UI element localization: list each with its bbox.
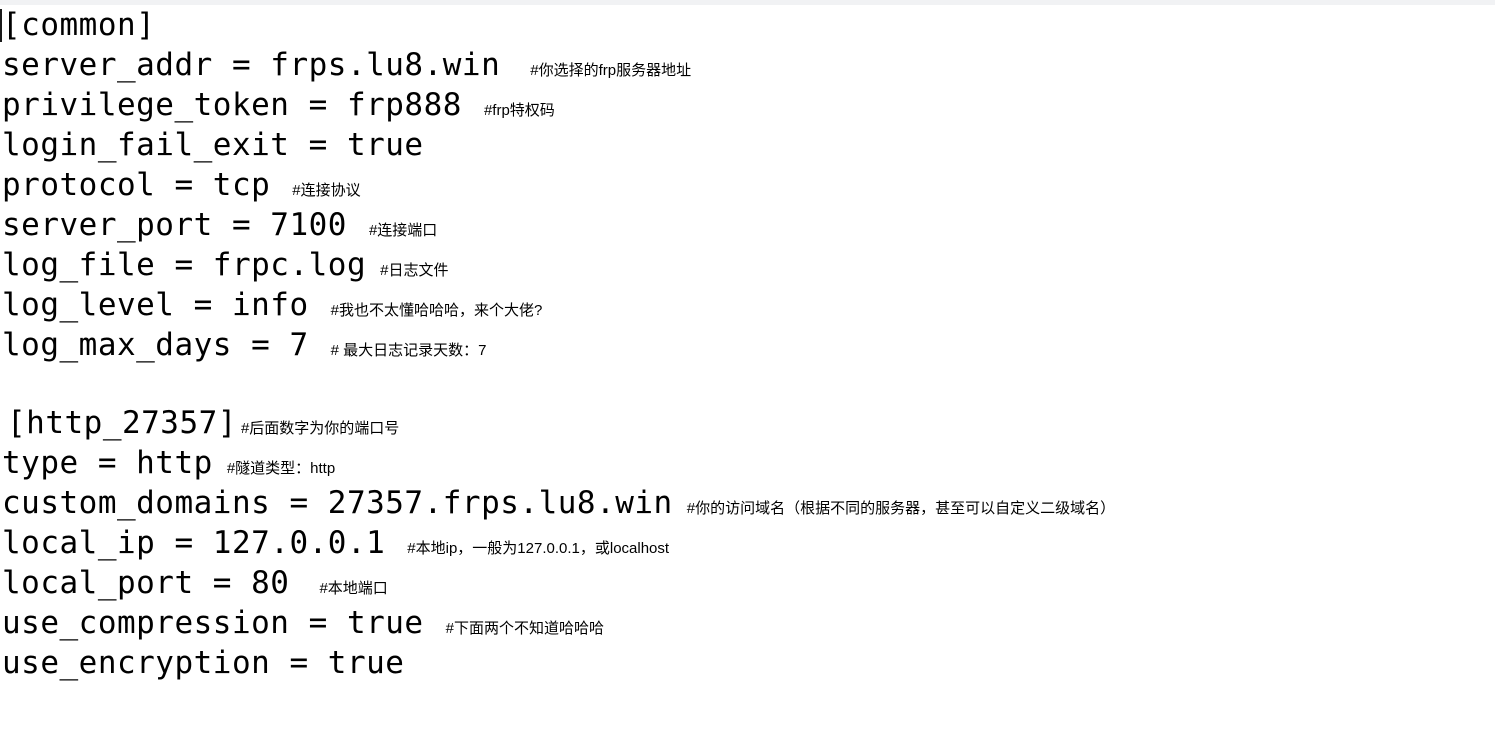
config-line-comment: #下面两个不知道哈哈哈 xyxy=(445,620,604,637)
config-text-editor[interactable]: [common] server_addr = frps.lu8.win #你选择… xyxy=(0,5,1495,683)
config-line-login-fail-exit[interactable]: login_fail_exit = true xyxy=(0,125,1495,165)
config-line-comment: #你选择的frp服务器地址 xyxy=(530,62,692,79)
config-line-code: protocol = tcp xyxy=(2,167,271,203)
config-line-comment: #隧道类型：http xyxy=(226,460,336,477)
config-line-protocol[interactable]: protocol = tcp #连接协议 xyxy=(0,165,1495,205)
config-line-code: login_fail_exit = true xyxy=(2,127,424,163)
config-line-local-port[interactable]: local_port = 80 #本地端口 xyxy=(0,563,1495,603)
config-line-code: type = http xyxy=(2,445,213,481)
config-line-comment: #frp特权码 xyxy=(483,102,555,119)
config-line-code: use_encryption = true xyxy=(2,645,405,681)
config-line-use-compression[interactable]: use_compression = true #下面两个不知道哈哈哈 xyxy=(0,603,1495,643)
config-line-comment: #后面数字为你的端口号 xyxy=(240,420,400,437)
config-line-code: log_max_days = 7 xyxy=(2,327,309,363)
config-line-custom-domains[interactable]: custom_domains = 27357.frps.lu8.win #你的访… xyxy=(0,483,1495,523)
config-line-comment: #本地端口 xyxy=(319,580,388,597)
config-line-code: local_port = 80 xyxy=(2,565,290,601)
config-line-code: [http_27357] xyxy=(7,405,237,441)
config-line-log-file[interactable]: log_file = frpc.log #日志文件 xyxy=(0,245,1495,285)
config-line-comment: #连接协议 xyxy=(292,182,361,199)
config-line-log-level[interactable]: log_level = info #我也不太懂哈哈哈，来个大佬? xyxy=(0,285,1495,325)
config-line-privilege-token[interactable]: privilege_token = frp888 #frp特权码 xyxy=(0,85,1495,125)
config-line-http-section[interactable]: [http_27357] #后面数字为你的端口号 xyxy=(0,403,1495,443)
config-line-code: privilege_token = frp888 xyxy=(2,87,462,123)
config-line-common-section[interactable]: [common] xyxy=(0,5,1495,45)
config-line-comment: #我也不太懂哈哈哈，来个大佬? xyxy=(330,302,543,319)
config-line-blank[interactable] xyxy=(0,365,1495,403)
config-line-code: use_compression = true xyxy=(2,605,424,641)
config-line-comment: # 最大日志记录天数：7 xyxy=(330,342,487,359)
config-line-use-encryption[interactable]: use_encryption = true xyxy=(0,643,1495,683)
config-line-code: log_level = info xyxy=(2,287,309,323)
config-line-type[interactable]: type = http #隧道类型：http xyxy=(0,443,1495,483)
config-line-comment: #本地ip，一般为127.0.0.1，或localhost xyxy=(407,540,670,557)
config-line-code: [common] xyxy=(2,7,156,43)
config-line-code: server_port = 7100 xyxy=(2,207,347,243)
config-line-code: custom_domains = 27357.frps.lu8.win xyxy=(2,485,673,521)
config-line-log-max-days[interactable]: log_max_days = 7 # 最大日志记录天数：7 xyxy=(0,325,1495,365)
text-caret xyxy=(0,9,2,42)
config-line-comment: #日志文件 xyxy=(380,262,449,279)
config-line-code: server_addr = frps.lu8.win xyxy=(2,47,501,83)
config-line-code: log_file = frpc.log xyxy=(2,247,367,283)
config-line-server-port[interactable]: server_port = 7100 #连接端口 xyxy=(0,205,1495,245)
config-line-local-ip[interactable]: local_ip = 127.0.0.1 #本地ip，一般为127.0.0.1，… xyxy=(0,523,1495,563)
config-line-code: local_ip = 127.0.0.1 xyxy=(2,525,386,561)
config-line-comment: #你的访问域名（根据不同的服务器，甚至可以自定义二级域名） xyxy=(686,500,1116,517)
config-line-comment: #连接端口 xyxy=(368,222,438,239)
config-line-server-addr[interactable]: server_addr = frps.lu8.win #你选择的frp服务器地址 xyxy=(0,45,1495,85)
